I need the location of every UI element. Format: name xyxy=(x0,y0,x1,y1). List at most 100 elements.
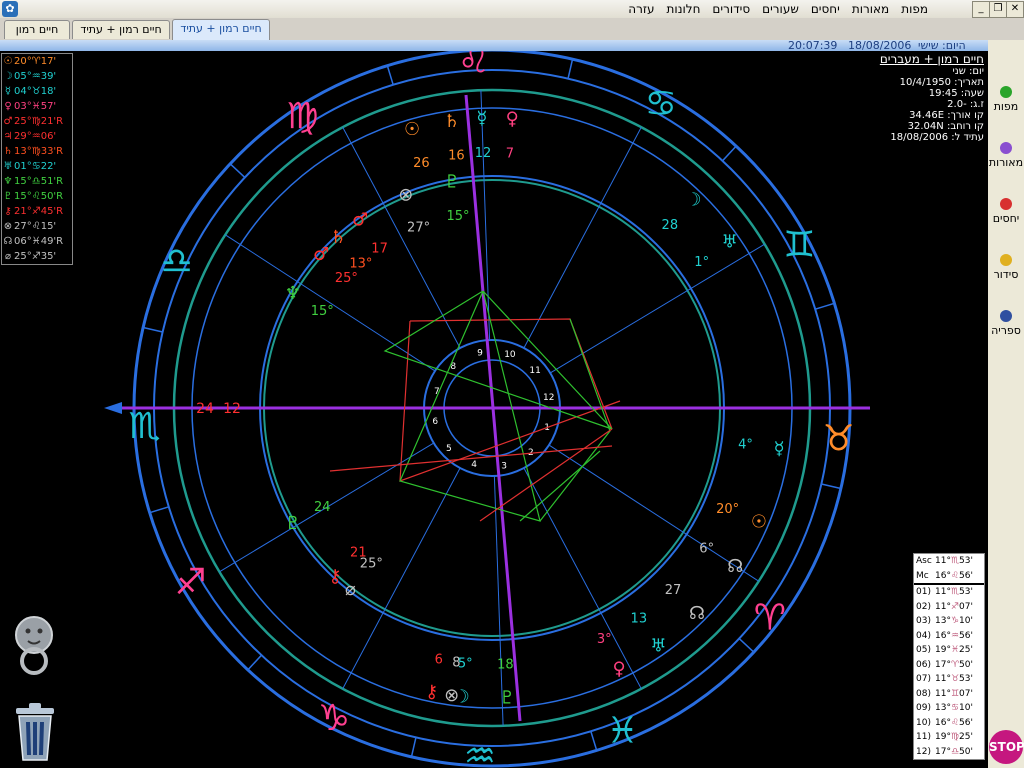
planet-glyph-icon: ♀ xyxy=(506,109,519,130)
house-degree: 13° xyxy=(935,616,951,626)
stop-button[interactable]: STOP xyxy=(989,730,1024,764)
app-icon[interactable]: ✿ xyxy=(2,1,18,17)
aspect-line xyxy=(399,290,541,522)
menu-4[interactable]: סידורים xyxy=(706,0,756,18)
menu-2[interactable]: יחסים xyxy=(805,0,846,18)
sidebar-item-0[interactable]: מפות xyxy=(988,86,1024,113)
asc-minute-label: 12 xyxy=(223,401,241,417)
menu-1[interactable]: מאורות xyxy=(846,0,895,18)
planet-glyph-icon: ☉ xyxy=(751,511,767,532)
planet-glyph-icon: ☊ xyxy=(727,556,743,577)
sidebar-label: סידור xyxy=(993,268,1019,281)
planet-glyph-icon: ☊ xyxy=(689,603,705,624)
menu-6[interactable]: עזרה xyxy=(622,0,660,18)
house-sign-icon: ♎ xyxy=(950,746,960,757)
planet-degree-label: 27° xyxy=(407,220,430,235)
tab-chart-future-active[interactable]: חיים רמון + עתיד xyxy=(172,19,270,40)
planet-row: ☽ 05°♒39' xyxy=(2,69,72,84)
planet-row: ♃ 29°♒06' xyxy=(2,129,72,144)
house-minutes: 10' xyxy=(959,703,973,713)
planet-degree-label: 18 xyxy=(497,658,514,673)
house-number: 6 xyxy=(432,417,438,427)
minimize-button[interactable]: _ xyxy=(972,1,990,18)
house-label: 08) xyxy=(916,688,931,699)
planet-sign-icon: ♎ xyxy=(31,176,41,187)
planet-degree: 01° xyxy=(14,161,32,172)
sidebar-item-4[interactable]: ספריה xyxy=(988,310,1024,337)
house-sign-icon: ♊ xyxy=(950,688,960,699)
planet-positions-table: ☉ 20°♈17' ☽ 05°♒39' ☿ 04°♉18' ♀ 03°♓57' ♂ 25°♍21'… xyxy=(1,53,73,265)
planet-glyph-icon: ☉ xyxy=(404,119,420,140)
house-label: Asc xyxy=(916,556,932,566)
zodiac-sign-icon: ♐ xyxy=(174,562,206,603)
aspect-line xyxy=(539,318,611,522)
lion-knocker-icon[interactable] xyxy=(10,615,58,681)
zodiac-sign-icon: ♏ xyxy=(128,406,160,447)
planet-row: ⌀ 25°♐35' xyxy=(2,249,72,264)
planet-degree-label: 6° xyxy=(699,541,714,556)
house-row: Asc 11°♏53' xyxy=(914,554,984,569)
planet-minutes: 39' xyxy=(40,71,57,82)
planet-degree-label: 17 xyxy=(371,241,388,256)
planet-degree: 25° xyxy=(14,251,32,262)
planet-row: ♅ 01°♋22' xyxy=(2,159,72,174)
info-line: שעה: 19:45 xyxy=(928,88,984,99)
house-label: 01) xyxy=(916,587,931,597)
zodiac-sign-icon: ♑ xyxy=(318,698,350,739)
house-row: 12) 17°♎50' xyxy=(914,745,984,760)
planet-glyph-icon: ♀ xyxy=(4,101,12,112)
house-row: 03) 13°♑10' xyxy=(914,614,984,629)
planet-glyph-icon: ♃ xyxy=(3,131,13,142)
house-number: 5 xyxy=(446,444,452,454)
house-row: 09) 13°♋10' xyxy=(914,701,984,716)
menu-0[interactable]: מפות xyxy=(895,0,934,18)
planet-minutes: 49'R xyxy=(40,236,64,247)
tab-chart-future[interactable]: חיים רמון + עתיד xyxy=(72,20,170,39)
house-row: 10) 16°♌56' xyxy=(914,716,984,731)
menu-5[interactable]: חלונות xyxy=(661,0,707,18)
house-number: 9 xyxy=(477,348,483,358)
planet-minutes: 22' xyxy=(40,161,57,172)
sidebar-item-2[interactable]: יחסים xyxy=(988,198,1024,225)
house-row: 01) 11°♏53' xyxy=(914,583,984,600)
planet-glyph-icon: ♆ xyxy=(3,176,13,187)
planet-glyph-icon: ♄ xyxy=(444,111,460,132)
trash-icon[interactable] xyxy=(10,700,60,768)
sidebar-label: מאורות xyxy=(988,156,1024,169)
tab-chart[interactable]: חיים רמון xyxy=(4,20,70,39)
house-degree: 11° xyxy=(935,601,951,612)
sidebar-item-3[interactable]: סידור xyxy=(988,254,1024,281)
planet-minutes: 45'R xyxy=(40,206,64,217)
house-sign-icon: ♍ xyxy=(950,732,960,742)
house-label: 05) xyxy=(916,645,931,655)
planet-glyph-icon: ☽ xyxy=(3,71,13,82)
chart-info-panel: חיים רמון + מעברים יום: שני תאריך: 10/4/1… xyxy=(844,52,984,143)
planet-glyph-icon: ♅ xyxy=(650,636,666,657)
planet-degree: 13° xyxy=(14,146,32,157)
house-degree: 19° xyxy=(935,645,951,655)
house-cusp-line xyxy=(523,467,642,690)
planet-glyph-icon: ☊ xyxy=(3,236,13,247)
planet-glyph-icon: ♇ xyxy=(3,191,13,202)
planet-glyph-icon: ♇ xyxy=(285,513,301,534)
planet-sign-icon: ♒ xyxy=(31,131,41,142)
house-sign-icon: ♌ xyxy=(950,570,960,581)
house-cusp-line xyxy=(342,126,461,349)
house-sign-icon: ♓ xyxy=(950,645,960,655)
planet-row: ♇ 15°♌50'R xyxy=(2,189,72,204)
house-row: 04) 16°♒56' xyxy=(914,629,984,644)
sign-divider xyxy=(386,65,394,85)
close-button[interactable]: ✕ xyxy=(1006,1,1024,18)
planet-degree-label: 20° xyxy=(716,502,739,517)
house-label: 02) xyxy=(916,601,931,612)
planet-row: ⊗ 27°♌15' xyxy=(2,219,72,234)
restore-button[interactable]: ❐ xyxy=(989,1,1007,18)
planet-degree-label: 15° xyxy=(446,209,469,224)
info-line: עתיד ל: 18/08/2006 xyxy=(890,132,984,143)
planet-glyph-icon: ♇ xyxy=(444,171,460,192)
menu-3[interactable]: שעורים xyxy=(756,0,805,18)
house-sign-icon: ♋ xyxy=(950,703,960,713)
planet-row: ☉ 20°♈17' xyxy=(2,54,72,69)
sidebar-item-1[interactable]: מאורות xyxy=(988,142,1024,169)
planet-glyph-icon: ♄ xyxy=(330,227,346,248)
